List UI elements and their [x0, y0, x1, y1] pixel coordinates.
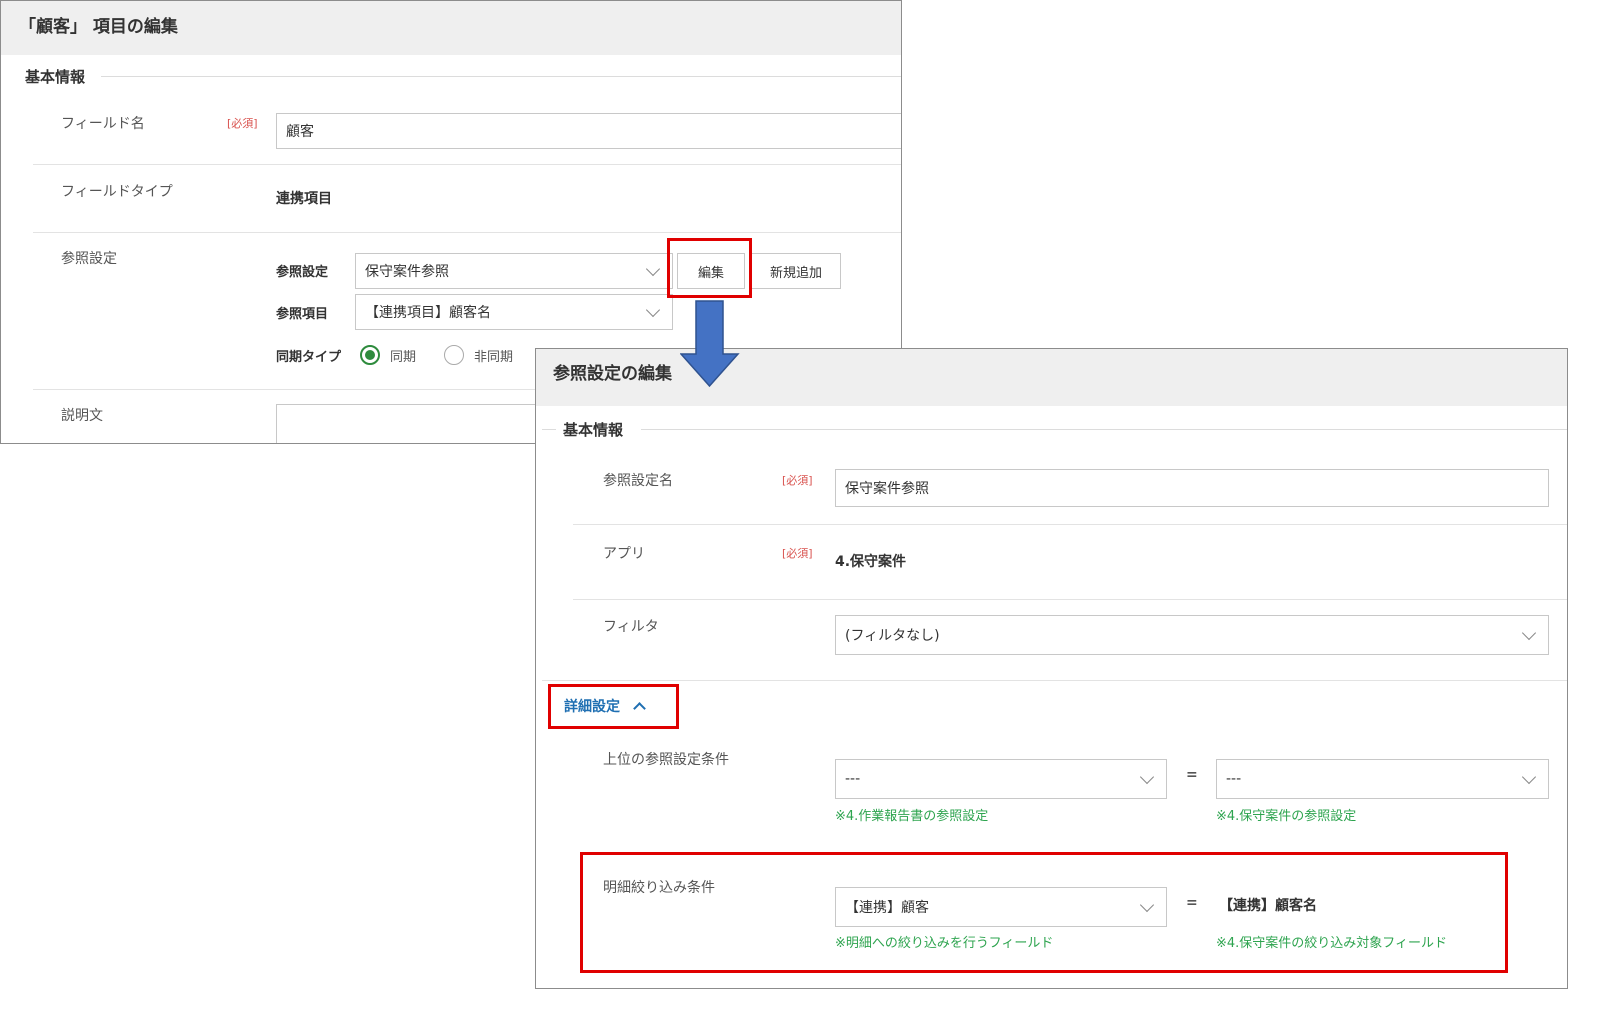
- required-tag: [必須]: [227, 117, 258, 130]
- description-label: 説明文: [61, 408, 103, 424]
- ref-setting-value: 保守案件参照: [365, 264, 449, 280]
- filter-label: フィルタ: [603, 619, 659, 635]
- section-divider: [641, 429, 1567, 430]
- row-divider: [542, 680, 1567, 681]
- field-type-label: フィールドタイプ: [61, 184, 173, 200]
- upper-left-select[interactable]: ---: [835, 759, 1167, 799]
- upper-right-value: ---: [1226, 771, 1242, 787]
- row-divider: [573, 524, 1567, 525]
- field-name-value: 顧客: [286, 124, 314, 140]
- ref-name-label: 参照設定名: [603, 473, 673, 489]
- equals-sign: =: [1186, 767, 1198, 783]
- ref-name-value: 保守案件参照: [845, 481, 929, 497]
- section-divider: [101, 76, 901, 77]
- edit-button-highlight: [667, 238, 752, 298]
- field-name-label: フィールド名: [61, 116, 145, 132]
- field-type-value: 連携項目: [276, 191, 332, 207]
- section-divider: [542, 429, 556, 430]
- sync-type-label: 同期タイプ: [276, 350, 342, 365]
- row-divider: [573, 599, 1567, 600]
- sync-radio-label: 同期: [390, 350, 417, 365]
- required-tag: [必須]: [782, 474, 813, 487]
- ref-setting-sub-label: 参照設定: [276, 265, 329, 280]
- ref-setting-label: 参照設定: [61, 251, 117, 267]
- async-radio-label: 非同期: [474, 350, 514, 365]
- upper-right-hint: ※4.保守案件の参照設定: [1216, 809, 1357, 824]
- row-divider: [33, 232, 901, 233]
- filter-select[interactable]: (フィルタなし): [835, 615, 1549, 655]
- advanced-settings-highlight: [548, 684, 679, 729]
- down-arrow-icon: [680, 300, 740, 388]
- app-label: アプリ: [603, 546, 645, 562]
- row-divider: [33, 164, 901, 165]
- upper-condition-label: 上位の参照設定条件: [603, 752, 729, 768]
- upper-right-select[interactable]: ---: [1216, 759, 1549, 799]
- ref-name-input[interactable]: 保守案件参照: [835, 469, 1549, 507]
- ref-edit-title: 参照設定の編集: [553, 364, 672, 384]
- ref-item-label: 参照項目: [276, 307, 329, 322]
- detail-condition-highlight: [580, 852, 1508, 973]
- basic-info-section-title: 基本情報: [25, 68, 86, 86]
- field-edit-title: 「顧客」 項目の編集: [19, 17, 178, 37]
- ref-setting-select[interactable]: 保守案件参照: [355, 253, 673, 289]
- add-new-button[interactable]: 新規追加: [751, 253, 841, 289]
- sync-radio[interactable]: [360, 345, 380, 365]
- upper-left-value: ---: [845, 771, 861, 787]
- ref-item-select[interactable]: 【連携項目】顧客名: [355, 294, 673, 330]
- filter-value: (フィルタなし): [845, 628, 940, 644]
- ref-item-value: 【連携項目】顧客名: [365, 305, 491, 321]
- required-tag: [必須]: [782, 547, 813, 560]
- app-value: 4.保守案件: [835, 554, 907, 570]
- upper-left-hint: ※4.作業報告書の参照設定: [835, 809, 989, 824]
- async-radio[interactable]: [444, 345, 464, 365]
- ref-basic-section-title: 基本情報: [563, 421, 624, 439]
- field-name-input[interactable]: 顧客: [276, 113, 901, 149]
